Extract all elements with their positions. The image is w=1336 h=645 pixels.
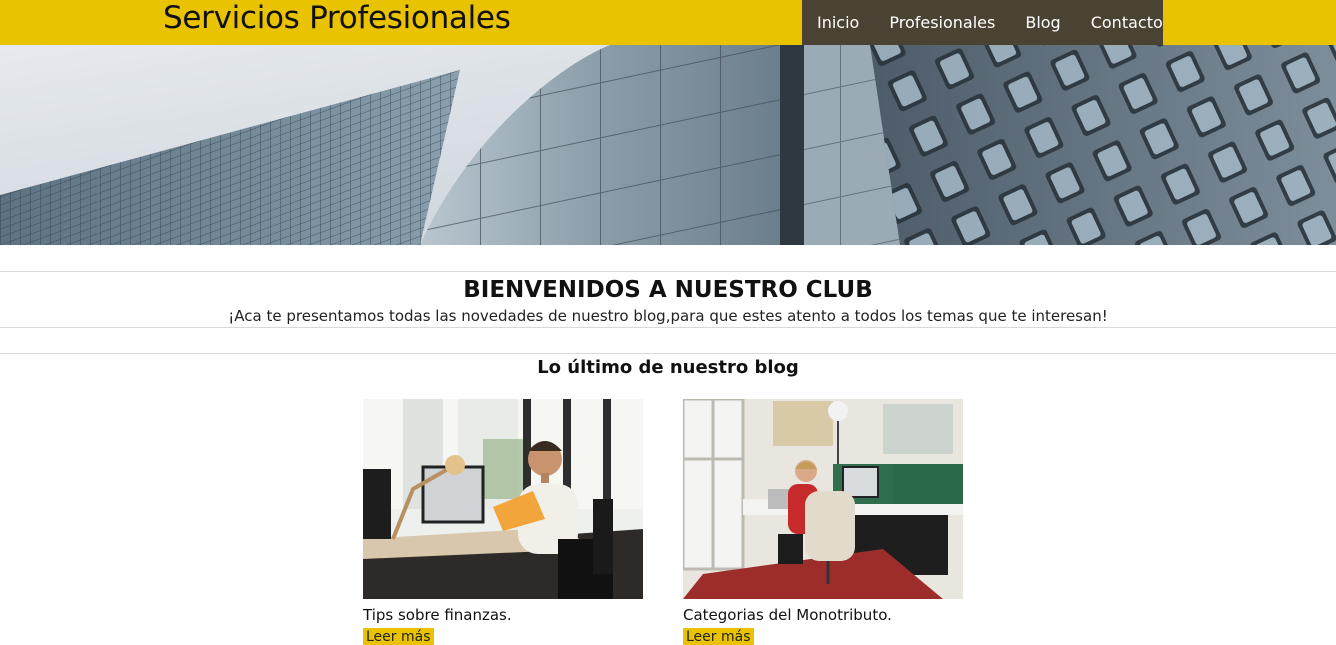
- blog-post-title[interactable]: Categorias del Monotributo.: [683, 606, 963, 624]
- welcome-subtitle: ¡Aca te presentamos todas las novedades …: [228, 307, 1108, 325]
- site-brand[interactable]: Servicios Profesionales: [163, 0, 511, 37]
- nav-item-profesionales[interactable]: Profesionales: [889, 0, 995, 45]
- divider: [0, 271, 1336, 272]
- blog-post-title[interactable]: Tips sobre finanzas.: [363, 606, 643, 624]
- blog-section-heading: Lo último de nuestro blog: [537, 357, 799, 378]
- blog-post-image[interactable]: [683, 399, 963, 599]
- nav-item-inicio[interactable]: Inicio: [817, 0, 859, 45]
- hero-banner-image: [0, 45, 1336, 245]
- main-nav: Inicio Profesionales Blog Contacto: [802, 0, 1163, 45]
- nav-item-contacto[interactable]: Contacto: [1091, 0, 1163, 45]
- blog-post-card: Categorias del Monotributo. Leer más: [683, 399, 963, 645]
- read-more-link[interactable]: Leer más: [363, 628, 434, 645]
- divider: [0, 327, 1336, 328]
- welcome-title: BIENVENIDOS A NUESTRO CLUB: [463, 277, 873, 303]
- top-header: Servicios Profesionales Inicio Profesion…: [0, 0, 1336, 45]
- nav-item-blog[interactable]: Blog: [1025, 0, 1060, 45]
- read-more-link[interactable]: Leer más: [683, 628, 754, 645]
- blog-post-card: Tips sobre finanzas. Leer más: [363, 399, 643, 645]
- divider: [0, 353, 1336, 354]
- blog-post-image[interactable]: [363, 399, 643, 599]
